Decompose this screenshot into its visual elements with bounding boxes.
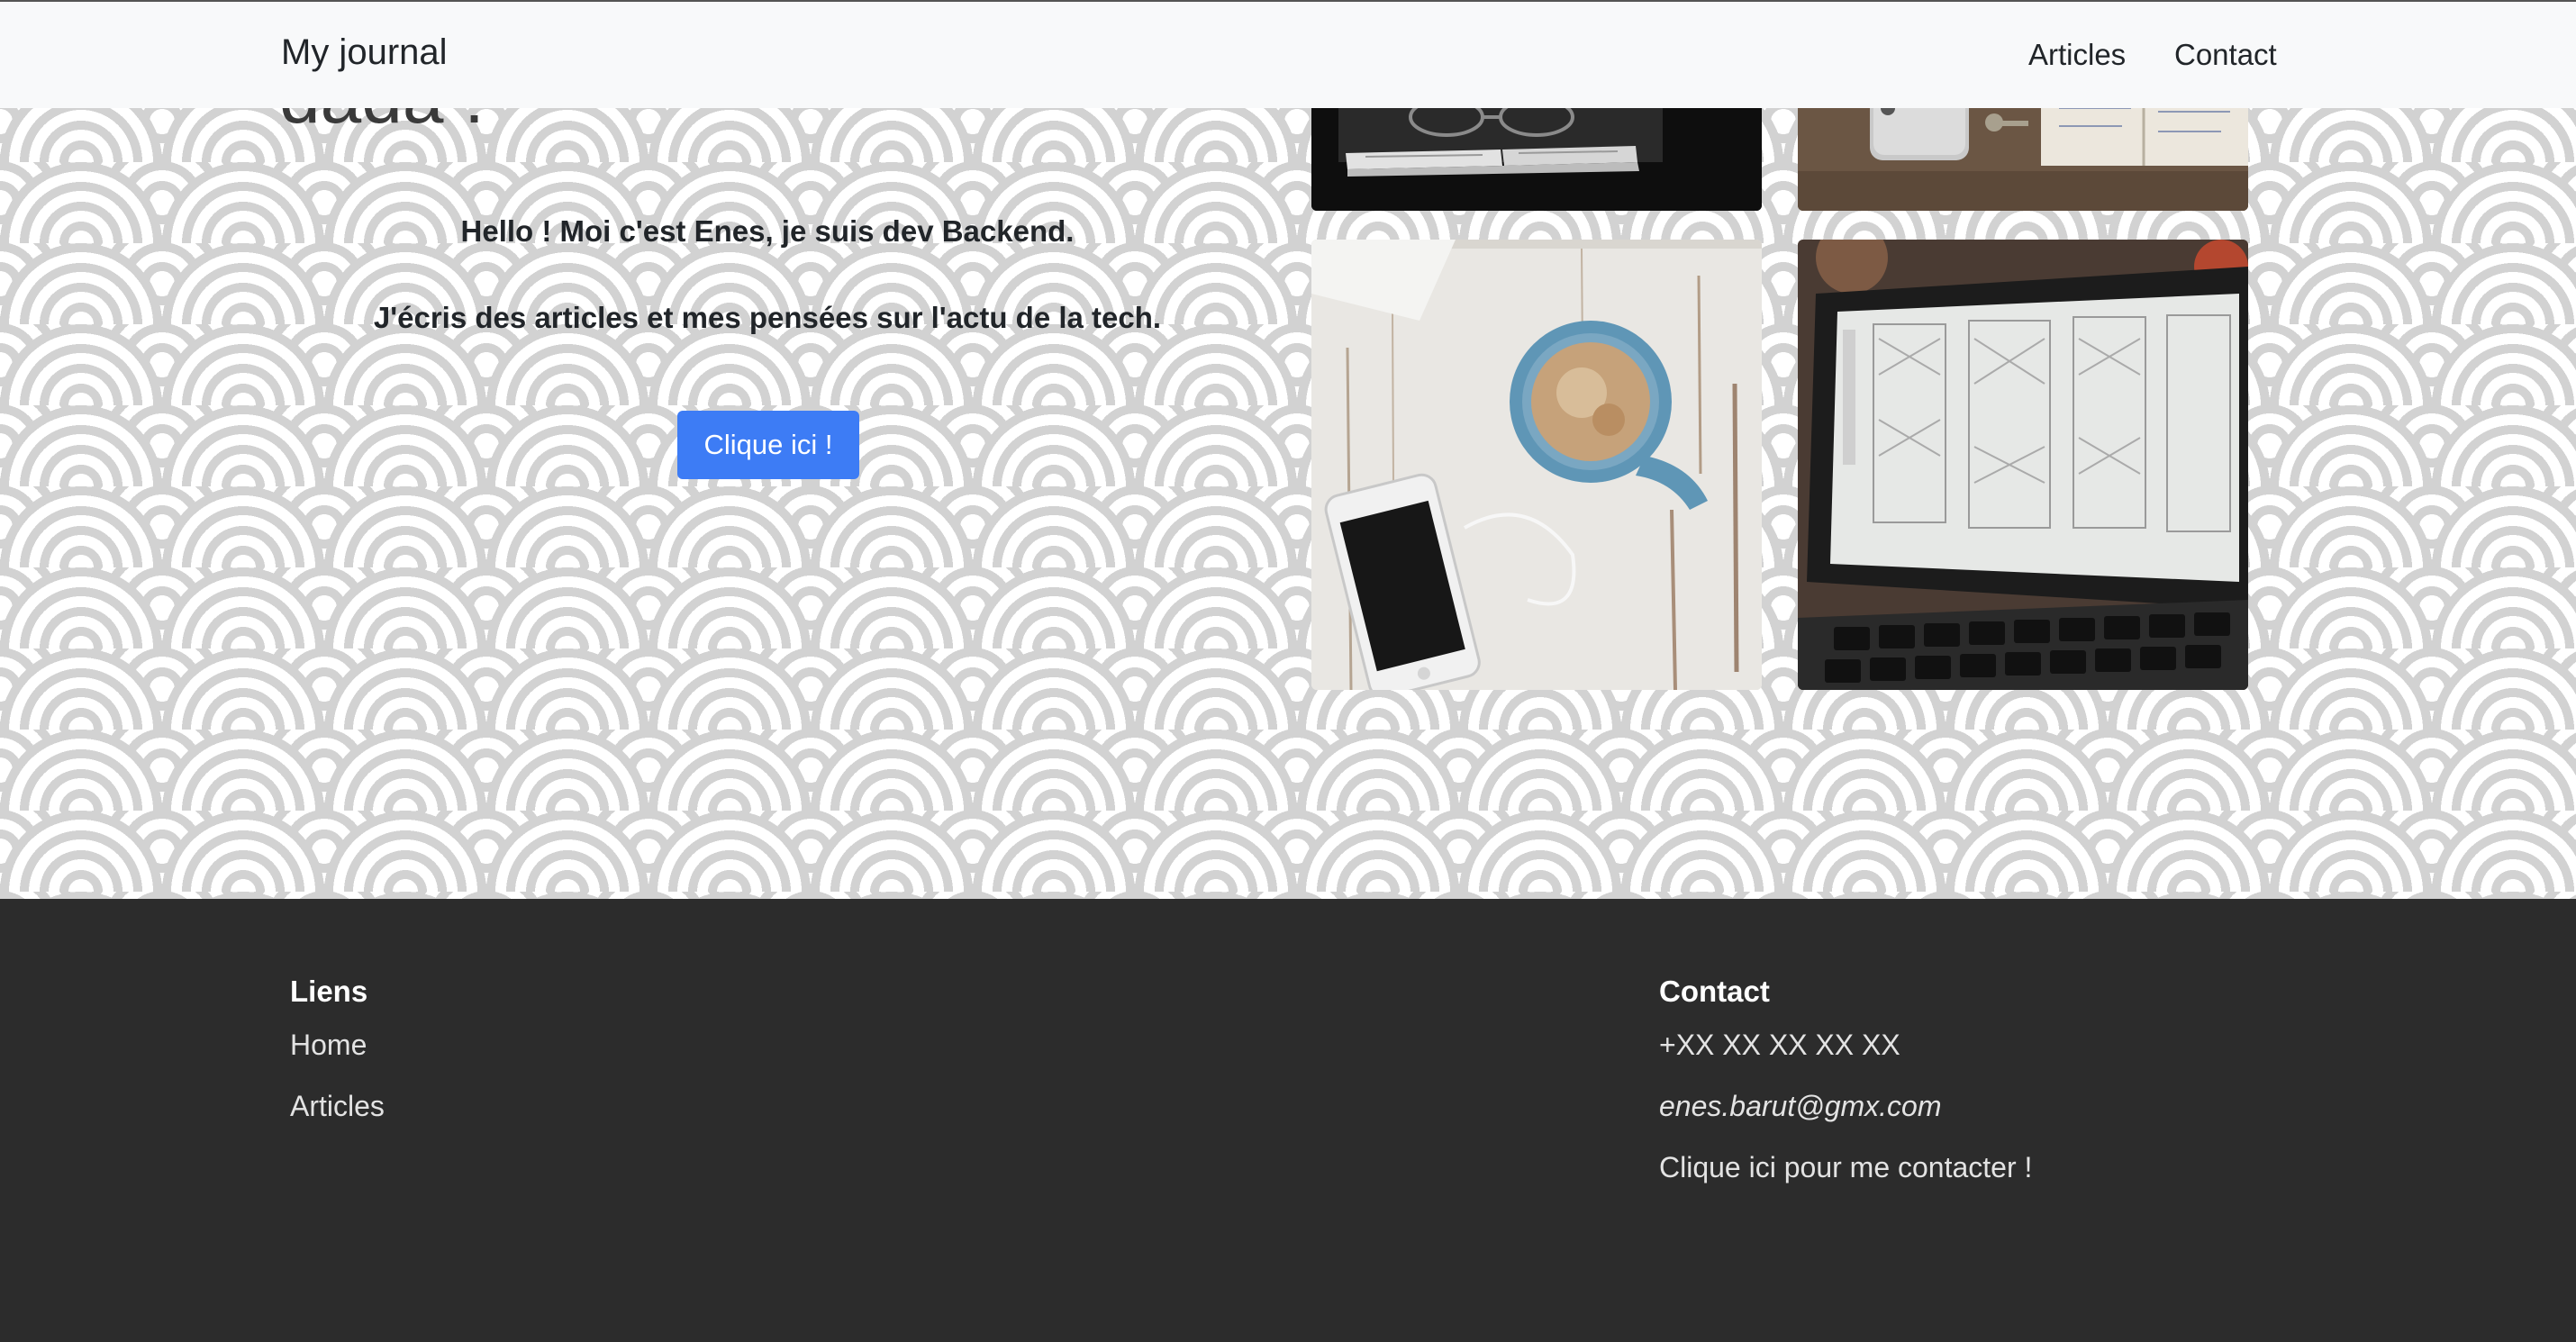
top-navbar: My journal Articles Contact — [0, 0, 2576, 108]
hero-description-text: J'écris des articles et mes pensées sur … — [373, 301, 1162, 334]
footer-link-home[interactable]: Home — [290, 1029, 367, 1062]
footer-email-link[interactable]: enes.barut@gmx.com — [1659, 1090, 1942, 1123]
footer-contact-heading: Contact — [1659, 975, 1770, 1008]
laptop-photo — [1798, 240, 2248, 690]
clique-ici-button[interactable]: Clique ici ! — [677, 411, 859, 479]
footer-phone: +XX XX XX XX XX — [1659, 1029, 1900, 1061]
hero-section: dada ! Hello ! Moi c'est Enes, je suis d… — [0, 0, 2576, 899]
nav-link-contact[interactable]: Contact — [2174, 38, 2277, 72]
coffee-photo — [1311, 240, 1762, 690]
footer-link-articles[interactable]: Articles — [290, 1090, 385, 1123]
desk-photo — [1798, 90, 2248, 211]
brand-link[interactable]: My journal — [281, 32, 448, 73]
footer-contact-cta-link[interactable]: Clique ici pour me contacter ! — [1659, 1151, 2032, 1184]
site-footer: Liens Home Articles Contact +XX XX XX XX… — [0, 899, 2576, 1342]
nav-link-articles[interactable]: Articles — [2028, 38, 2126, 72]
footer-links-heading: Liens — [290, 975, 368, 1008]
notebook-photo — [1311, 90, 1762, 211]
hero-intro-text: Hello ! Moi c'est Enes, je suis dev Back… — [460, 214, 1075, 248]
